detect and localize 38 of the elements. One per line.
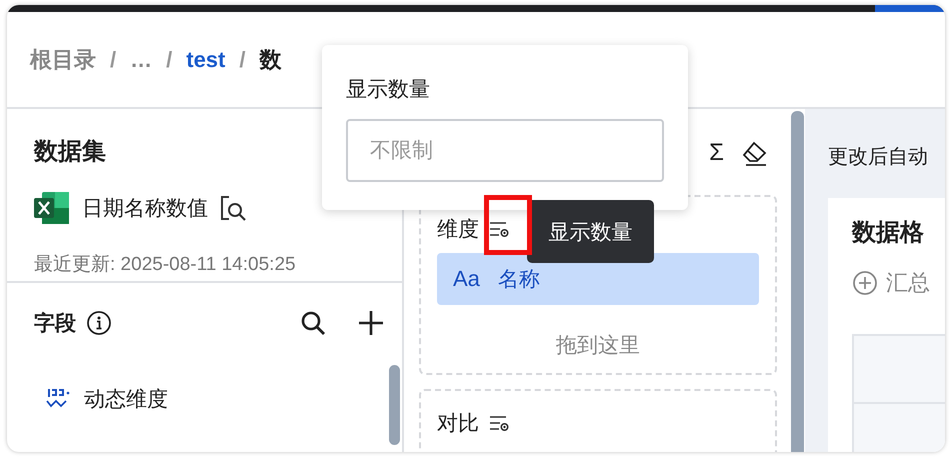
- progress-segment: [875, 5, 945, 12]
- breadcrumb-separator: /: [166, 46, 172, 72]
- add-icon[interactable]: [358, 310, 384, 336]
- drop-zone[interactable]: 对比: [419, 389, 777, 452]
- scrollbar[interactable]: [389, 365, 400, 445]
- search-icon[interactable]: [300, 310, 326, 336]
- breadcrumb-item[interactable]: …: [130, 46, 152, 72]
- zone-title: 维度: [437, 217, 479, 243]
- breadcrumb-separator: /: [110, 46, 116, 72]
- breadcrumb-item[interactable]: test: [186, 46, 226, 72]
- scrollbar[interactable]: [791, 111, 804, 452]
- add-link[interactable]: 汇总: [886, 268, 930, 298]
- sum-icon[interactable]: Σ: [709, 139, 724, 195]
- breadcrumb-item: 数: [260, 46, 282, 74]
- add-circle-icon[interactable]: [852, 270, 878, 296]
- highlight-frame: [484, 195, 532, 255]
- panel-title: 数据集: [34, 137, 106, 167]
- zone-title: 对比: [437, 411, 479, 437]
- breadcrumb-item[interactable]: 根目录: [30, 44, 96, 74]
- auto-update-text: 更改后自动: [828, 145, 929, 170]
- filter-view-icon[interactable]: [488, 414, 510, 432]
- breadcrumb-separator: /: [239, 46, 246, 72]
- card-title: 数据格: [852, 218, 925, 248]
- popover-title: 显示数量: [346, 77, 431, 103]
- last-updated-text: 最近更新: 2025-08-11 14:05:25: [34, 253, 297, 277]
- section-title: 字段: [34, 310, 76, 337]
- info-icon[interactable]: [86, 310, 112, 336]
- spreadsheet-icon: [34, 191, 70, 225]
- field-chip[interactable]: Aa 名称: [437, 253, 759, 305]
- field-item[interactable]: 动态维度: [84, 385, 168, 413]
- dataset-name: 日期名称数值: [82, 196, 208, 222]
- eraser-icon[interactable]: [742, 141, 768, 167]
- input-field[interactable]: 不限制: [346, 119, 664, 182]
- number-wave-icon: [46, 388, 72, 410]
- tooltip: 显示数量: [527, 200, 654, 263]
- drop-hint: 拖到这里: [555, 333, 641, 359]
- preview-icon[interactable]: [220, 195, 246, 221]
- filter-view-icon[interactable]: [488, 220, 510, 238]
